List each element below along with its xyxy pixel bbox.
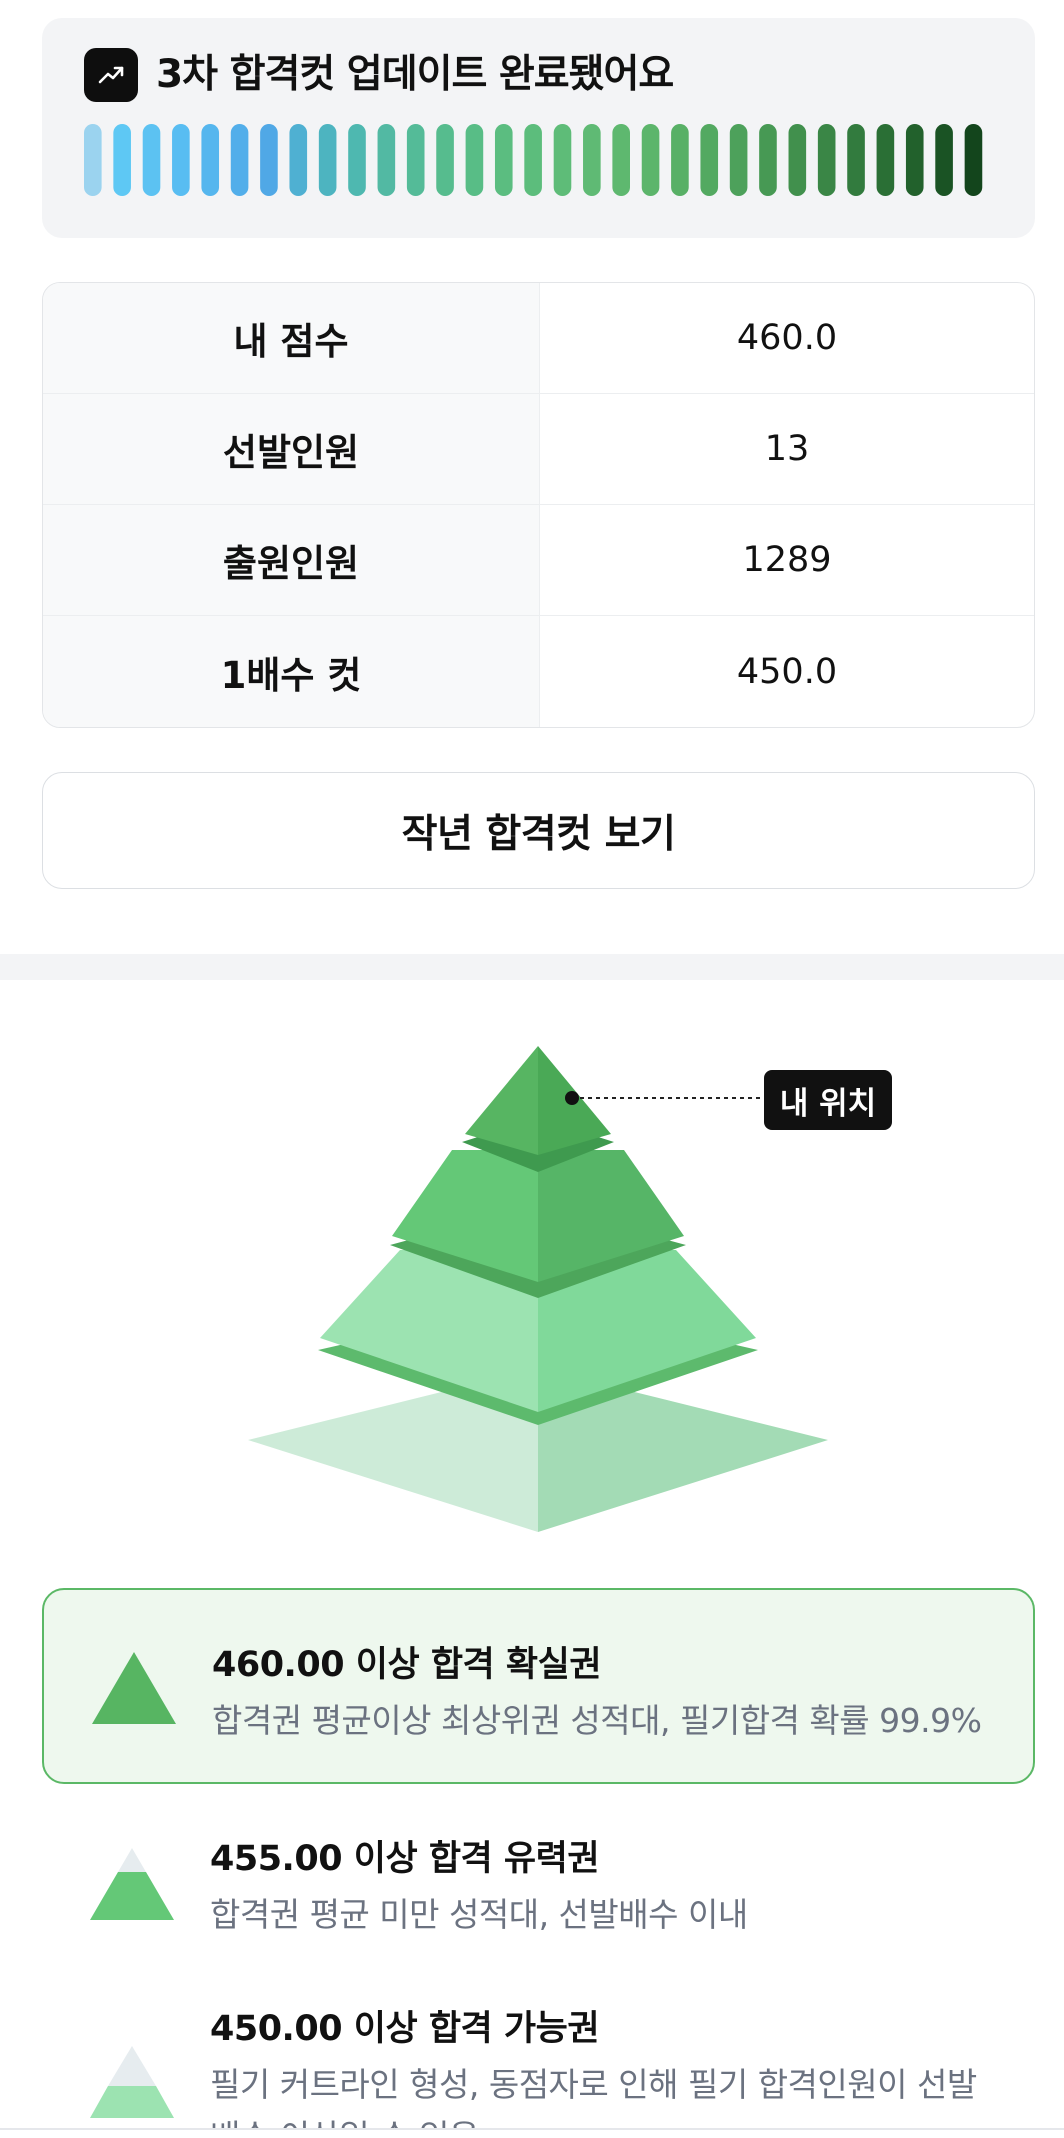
row-label-1x-cut: 1배수 컷 — [43, 616, 540, 727]
pyramid-level-1-icon — [92, 1652, 176, 1724]
tier-desc-continued: 배수 이상일 수 있음 — [210, 2110, 479, 2128]
tier-title: 460.00 이상 합격 확실권 — [212, 1645, 602, 1685]
tier-item-possible[interactable]: 450.00 이상 합격 가능권 필기 커트라인 형성, 동점자로 인해 필기 … — [42, 1966, 1035, 2128]
progress-bar-segment — [289, 124, 308, 196]
progress-bar-segment — [348, 124, 366, 196]
score-info-table: 내 점수 460.0 선발인원 13 출원인원 1289 1배수 컷 450.0 — [42, 282, 1035, 728]
progress-bar-segment — [964, 124, 983, 196]
row-label-selection-count: 선발인원 — [43, 394, 540, 504]
pyramid-level-3-icon — [90, 2046, 174, 2118]
banner-title: 3차 합격컷 업데이트 완료됐어요 — [156, 52, 674, 97]
progress-bar-segment — [524, 124, 542, 196]
last-year-cut-button[interactable]: 작년 합격컷 보기 — [42, 772, 1035, 889]
progress-bar-segment — [113, 124, 131, 196]
trending-up-icon — [84, 48, 138, 102]
tier-title: 450.00 이상 합격 가능권 — [210, 2009, 600, 2049]
progress-bar-segment — [729, 124, 748, 196]
progress-bar-segment — [318, 124, 337, 196]
progress-bar-segment — [817, 124, 836, 196]
progress-bar-segment — [905, 124, 924, 196]
progress-bar-segment — [230, 124, 249, 196]
progress-bar-segment — [142, 124, 161, 196]
table-row: 선발인원 13 — [43, 394, 1034, 505]
table-row: 출원인원 1289 — [43, 505, 1034, 616]
progress-bar-segment — [671, 124, 689, 196]
row-value-1x-cut: 450.0 — [736, 651, 838, 692]
progress-bar-segment — [641, 124, 660, 196]
bottom-rule — [0, 2128, 1064, 2130]
progress-bar-segment — [172, 124, 190, 196]
tier-desc: 필기 커트라인 형성, 동점자로 인해 필기 합격인원이 선발 — [210, 2065, 977, 2104]
progress-bar-segment — [700, 124, 719, 196]
row-label-my-score: 내 점수 — [43, 283, 540, 393]
progress-bar-segment — [583, 124, 601, 196]
row-label-applicant-count: 출원인원 — [43, 505, 540, 615]
table-row: 내 점수 460.0 — [43, 283, 1034, 394]
progress-bar-segment — [494, 124, 513, 196]
progress-bar-segment — [260, 124, 278, 196]
progress-bar-segment — [406, 124, 425, 196]
section-divider — [0, 954, 1064, 980]
rank-pyramid — [248, 1046, 828, 1532]
tier-desc: 합격권 평균이상 최상위권 성적대, 필기합격 확률 99.9% — [212, 1701, 982, 1740]
progress-bar-segment — [935, 124, 953, 196]
table-row: 1배수 컷 450.0 — [43, 616, 1034, 727]
tier-item-certain[interactable]: 460.00 이상 합격 확실권 합격권 평균이상 최상위권 성적대, 필기합격… — [42, 1588, 1035, 1784]
progress-bar-segment — [436, 124, 454, 196]
progress-bar-segment — [465, 124, 484, 196]
progress-bar-segment — [612, 124, 630, 196]
progress-bar-segment — [377, 124, 396, 196]
update-banner: 3차 합격컷 업데이트 완료됐어요 — [42, 18, 1035, 238]
row-value-selection-count: 13 — [764, 429, 810, 469]
progress-bar-segment — [201, 124, 220, 196]
tier-title: 455.00 이상 합격 유력권 — [210, 1839, 600, 1879]
progress-bar-segment — [876, 124, 895, 196]
progress-bar-segment — [553, 124, 572, 196]
tier-item-likely[interactable]: 455.00 이상 합격 유력권 합격권 평균 미만 성적대, 선발배수 이내 — [42, 1796, 1035, 1946]
progress-bar-segment — [847, 124, 865, 196]
progress-bar-segment — [84, 124, 102, 196]
my-position-tag: 내 위치 — [764, 1070, 892, 1130]
pyramid-level-2-icon — [90, 1848, 174, 1920]
row-value-my-score: 460.0 — [736, 318, 838, 358]
progress-bar-segment — [788, 124, 807, 196]
progress-bar-segment — [759, 124, 777, 196]
row-value-applicant-count: 1289 — [742, 540, 832, 580]
tier-desc: 합격권 평균 미만 성적대, 선발배수 이내 — [210, 1895, 748, 1934]
progress-bars — [84, 124, 983, 196]
my-position-dot — [565, 1091, 579, 1105]
